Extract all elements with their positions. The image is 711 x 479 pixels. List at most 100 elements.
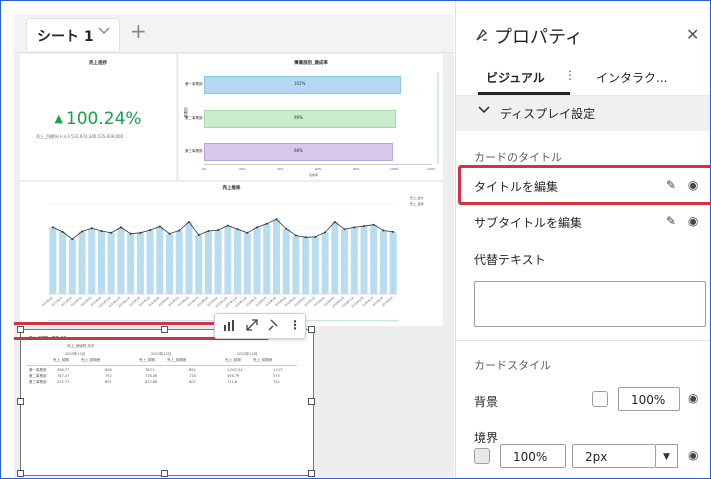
resize-handle[interactable] xyxy=(161,470,168,477)
resize-handle[interactable] xyxy=(308,398,315,405)
chevron-down-icon[interactable] xyxy=(97,25,111,40)
table-cell: 747.47 xyxy=(57,374,70,378)
eye-icon[interactable]: ◉ xyxy=(688,391,698,405)
resize-handle[interactable] xyxy=(308,326,315,333)
table-subcolumn: 売上_前期 xyxy=(225,358,241,362)
resize-handle[interactable] xyxy=(308,470,315,477)
dropdown-arrow-icon[interactable]: ▼ xyxy=(656,444,678,468)
chart-bar xyxy=(350,227,358,294)
border-opacity-input[interactable]: 100% xyxy=(500,444,566,468)
hbar-xtick: 80% xyxy=(353,167,360,171)
chart-bar xyxy=(234,229,242,294)
chart-point xyxy=(343,228,346,231)
chart-bar xyxy=(331,222,339,294)
chart-bar xyxy=(49,227,57,294)
chart-bar xyxy=(204,231,212,294)
chart-point xyxy=(81,230,84,233)
table-cell: 306.77 xyxy=(57,368,70,372)
background-opacity-input[interactable]: 100% xyxy=(618,387,680,411)
border-width-select[interactable]: 2px xyxy=(572,444,656,468)
table-column-header: 2023年12月 xyxy=(151,352,172,356)
chart-point xyxy=(51,226,54,229)
chart-point xyxy=(149,229,152,232)
chart-bar xyxy=(175,230,183,294)
resize-handle[interactable] xyxy=(17,470,24,477)
eye-icon[interactable]: ◉ xyxy=(688,448,698,462)
chart-point xyxy=(217,229,220,232)
background-checkbox[interactable] xyxy=(592,391,608,407)
chart-point xyxy=(187,221,190,223)
kpi-value: ▲ 100.24% xyxy=(20,109,176,129)
edit-subtitle-link[interactable]: サブタイトルを編集 xyxy=(474,214,582,231)
sheet-tab[interactable]: シート 1 xyxy=(26,18,120,51)
table-cell: 807 xyxy=(189,380,196,384)
table-card[interactable]: 売上_地域別・月次 合計 売上_地域別 月次 2023年12月 2023年12月… xyxy=(20,329,314,476)
hbar-value: 98% xyxy=(294,148,303,153)
chart-bar xyxy=(302,237,310,294)
hbar-category: 第一事業部 xyxy=(185,82,203,86)
chart-bar xyxy=(68,239,76,294)
alt-text-input[interactable] xyxy=(474,281,706,327)
table-cell: 1,071 xyxy=(273,368,284,372)
pen-icon[interactable]: ✎ xyxy=(666,214,676,228)
table-subcolumn: 売上_前期差 xyxy=(253,358,273,362)
chart-bar xyxy=(59,231,67,294)
kpi-card[interactable]: 売上進捗 ▲ 100.24% 売上_目標%/ドル3 532,674,340 535… xyxy=(20,54,176,180)
table-column-header: 2023年12月 xyxy=(65,352,86,356)
card-style-group-label: カードスタイル xyxy=(474,359,551,372)
chart-bar xyxy=(195,235,203,294)
report-canvas: シート 1 + 売上進捗 ▲ 100.24% 売上_目標%/ドル3 532,674… xyxy=(14,14,454,477)
table-cell: 573 xyxy=(273,374,280,378)
chart-point xyxy=(246,231,249,234)
table-header-rule xyxy=(27,365,297,366)
resize-handle[interactable] xyxy=(17,398,24,405)
edit-title-link[interactable]: タイトルを編集 xyxy=(474,178,558,195)
table-subcolumn: 売上_前期差 xyxy=(81,358,101,362)
hbar-scrollbar[interactable] xyxy=(437,72,439,164)
table-cell: 716 xyxy=(189,374,196,378)
tab-more-icon[interactable]: ⋮ xyxy=(564,68,576,82)
eye-icon[interactable]: ◉ xyxy=(688,178,698,192)
properties-title: プロパティ xyxy=(494,27,583,48)
alt-text-label: 代替テキスト xyxy=(474,253,546,267)
chart-bar xyxy=(389,231,397,294)
trend-chart-card[interactable]: 売上推移 2021年4月 2021年5月 2021年6月 2021年7月 2021年8月… xyxy=(20,182,443,326)
chart-bar xyxy=(117,227,125,294)
tab-interaction[interactable]: インタラク... xyxy=(596,69,667,86)
chart-bar xyxy=(166,233,174,294)
close-icon[interactable]: ✕ xyxy=(686,25,699,44)
more-options-icon[interactable]: ⋮ xyxy=(289,318,301,332)
tab-visual[interactable]: ビジュアル xyxy=(486,69,545,86)
chart-point xyxy=(110,231,113,234)
properties-pane: プロパティ ✕ ビジュアル ⋮ インタラク... ディスプレイ設定 カードのタイ… xyxy=(455,1,711,478)
eye-icon[interactable]: ◉ xyxy=(688,214,698,228)
chart-point xyxy=(285,227,288,230)
chart-bar xyxy=(272,219,280,294)
chart-point xyxy=(178,229,181,232)
chart-point xyxy=(197,234,200,237)
sheet-tab-label: シート 1 xyxy=(37,29,94,45)
table-row-header: 第二事業部 xyxy=(29,374,47,378)
chart-insights-icon[interactable] xyxy=(223,318,237,335)
border-checkbox[interactable] xyxy=(474,448,490,464)
display-settings-header[interactable]: ディスプレイ設定 xyxy=(456,95,710,131)
hbar-category: 第三事業部 xyxy=(185,149,203,153)
pen-icon[interactable]: ✎ xyxy=(666,178,676,192)
plus-icon[interactable]: + xyxy=(130,21,147,41)
table-cell: 711.8 xyxy=(227,380,238,384)
x-tick-label: 2024年3月 xyxy=(381,295,394,307)
chart-point xyxy=(207,230,210,232)
chart-point xyxy=(353,226,356,229)
table-cell: 778.06 xyxy=(145,374,158,378)
chart-bar xyxy=(253,227,261,294)
expand-icon[interactable] xyxy=(245,318,259,335)
pin-icon[interactable] xyxy=(267,318,281,335)
chart-bar xyxy=(321,232,329,294)
chart-point xyxy=(392,230,395,233)
hbar-card[interactable]: 事業部別_達成率 事業部 第一事業部 第二事業部 第三事業部 102% 99% … xyxy=(179,54,443,180)
table-row-header: 第三事業部 xyxy=(29,380,47,384)
chart-point xyxy=(226,224,229,227)
chart-point xyxy=(362,225,365,228)
table-cell: 783.1 xyxy=(145,368,156,372)
legend-item: 売上_合計 xyxy=(410,196,424,200)
